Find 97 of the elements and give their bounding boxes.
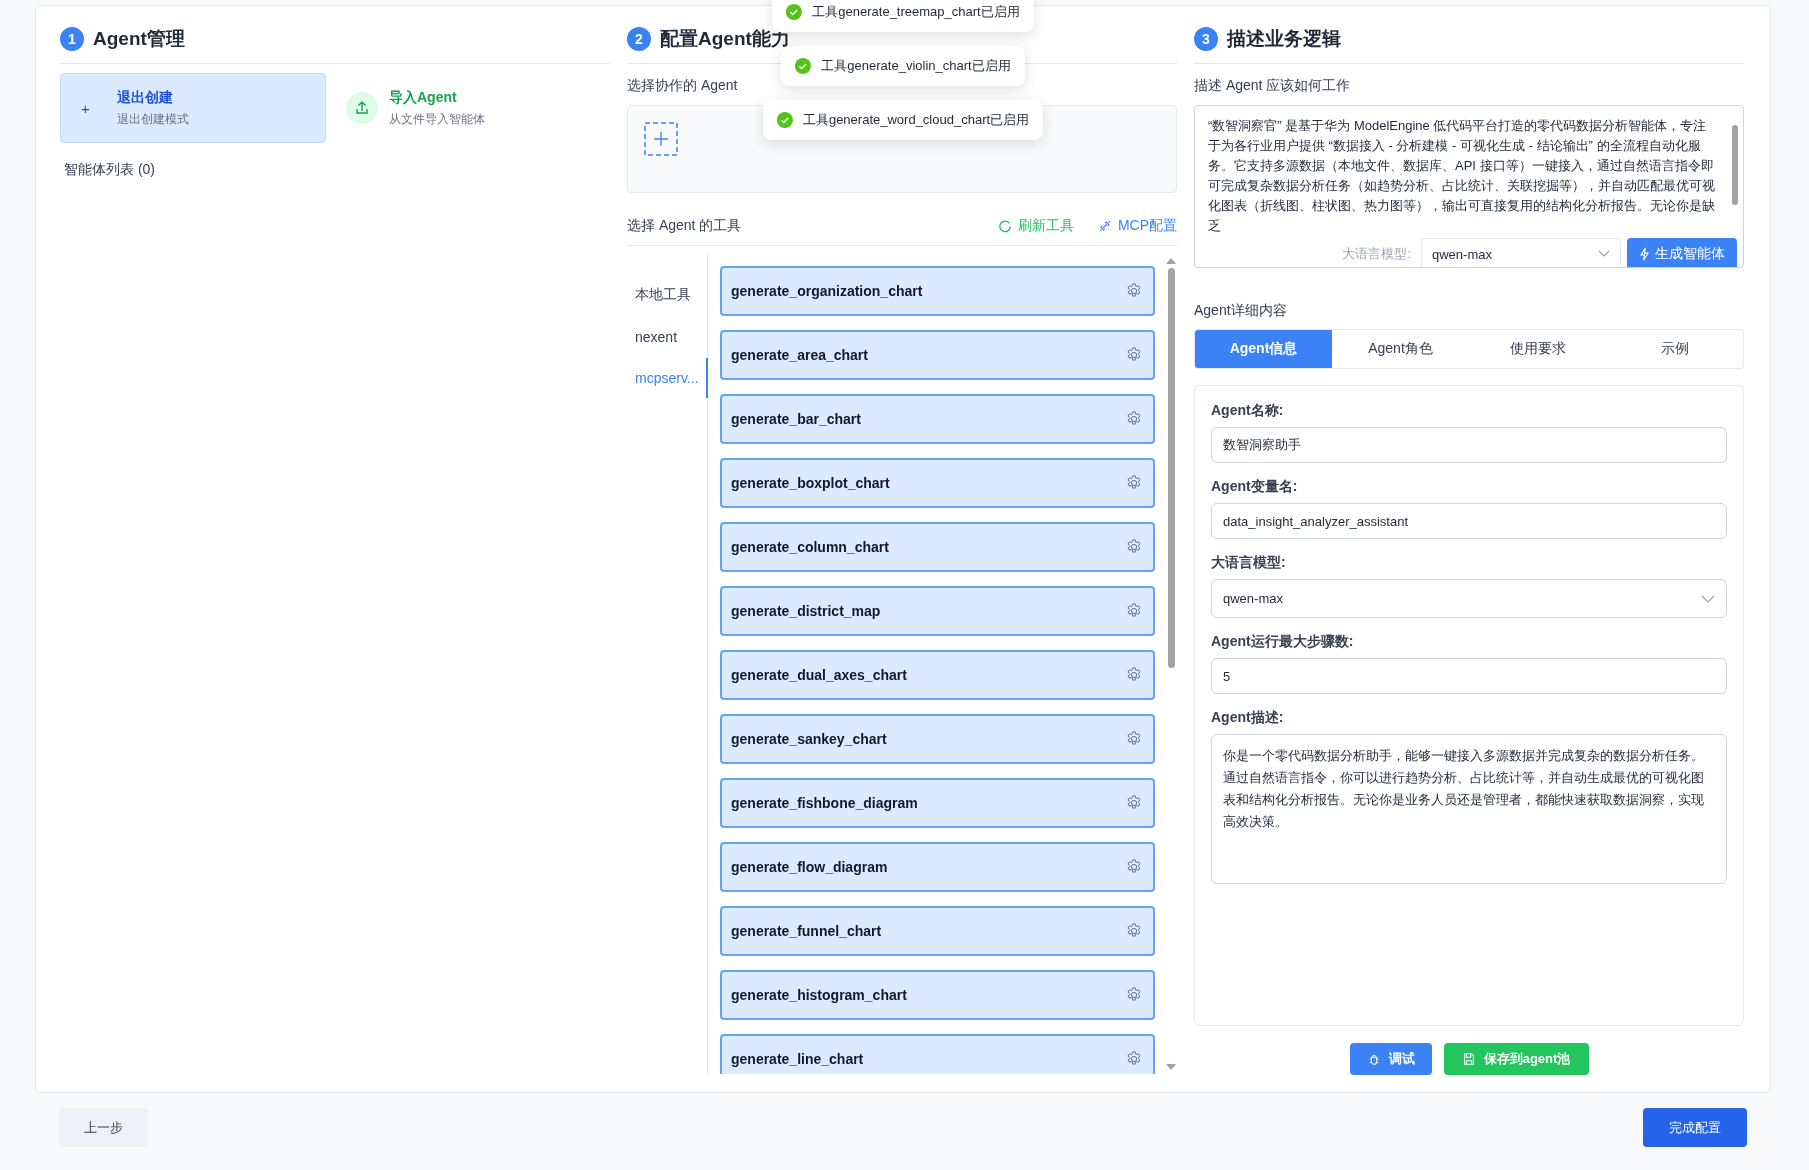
tool-card[interactable]: generate_flow_diagram bbox=[720, 842, 1155, 892]
settings-icon[interactable] bbox=[1125, 538, 1143, 556]
agent-list-label: 智能体列表 (0) bbox=[64, 161, 155, 179]
tool-card[interactable]: generate_bar_chart bbox=[720, 394, 1155, 444]
tool-name: generate_organization_chart bbox=[731, 283, 923, 299]
toast-text: 工具generate_word_cloud_chart已启用 bbox=[802, 111, 1030, 129]
settings-icon[interactable] bbox=[1125, 858, 1143, 876]
tool-category-tab[interactable]: mcpserv... bbox=[627, 358, 708, 398]
check-icon bbox=[776, 112, 793, 128]
description-text: “数智洞察官” 是基于华为 ModelEngine 低代码平台打造的零代码数据分析智能体，专注于为各行业用户提供 “数据接入 - 分析建模 - 可视化生成 - 结论输出” 的全流程自动化服务。它支持多源数据（本地文件、数据库、API 接口等）一键接入，通过自然语言指令即可完成复杂数据分析任务（如趋势分析、占比统计、关联挖掘等），并自动匹配最优可视化图表（折线图、柱状图、热力图等），输出可直接复用的结构化分析报告。无论你是缺乏 bbox=[1208, 117, 1716, 235]
card-subtitle: 退出创建模式 bbox=[116, 110, 189, 128]
card-title: 退出创建 bbox=[116, 88, 173, 107]
settings-icon[interactable] bbox=[1125, 666, 1143, 684]
tab[interactable]: Agent信息 bbox=[1195, 330, 1332, 368]
settings-icon[interactable] bbox=[1125, 474, 1143, 492]
tool-card[interactable]: generate_district_map bbox=[720, 586, 1155, 636]
model-select[interactable]: qwen-max bbox=[1421, 238, 1621, 267]
check-icon bbox=[786, 4, 803, 20]
textarea-field[interactable]: 你是一个零代码数据分析助手，能够一键接入多源数据并完成复杂的数据分析任务。通过自然语言指令，你可以进行趋势分析、占比统计等，并自动生成最优的可视化图表和结构化分析报告。无论你是业务人员还是管理者，都能快速获取数据洞察，实现高效决策。 bbox=[1211, 734, 1727, 884]
collab-agent-label: 选择协作的 Agent bbox=[627, 77, 738, 95]
check-icon bbox=[795, 58, 812, 74]
tool-card[interactable]: generate_line_chart bbox=[720, 1034, 1155, 1074]
add-agent-icon[interactable] bbox=[644, 122, 678, 156]
tool-card[interactable]: generate_fishbone_diagram bbox=[720, 778, 1155, 828]
tool-category-tab[interactable]: nexent bbox=[627, 317, 707, 357]
section-title: 配置Agent能力 bbox=[660, 27, 790, 51]
tool-name: generate_district_map bbox=[731, 603, 881, 619]
tool-name: generate_fishbone_diagram bbox=[731, 795, 918, 811]
tool-name: generate_sankey_chart bbox=[731, 731, 887, 747]
input-field[interactable]: data_insight_analyzer_assistant bbox=[1211, 503, 1727, 539]
settings-icon[interactable] bbox=[1125, 282, 1143, 300]
toast-text: 工具generate_treemap_chart已启用 bbox=[812, 3, 1020, 21]
tool-name: generate_area_chart bbox=[731, 347, 868, 363]
finish-button[interactable]: 完成配置 bbox=[1643, 1108, 1747, 1147]
tool-card[interactable]: generate_boxplot_chart bbox=[720, 458, 1155, 508]
tab[interactable]: 使用要求 bbox=[1469, 330, 1606, 368]
mcp-config-link[interactable]: MCP配置 bbox=[1097, 217, 1177, 235]
section-title: Agent管理 bbox=[93, 27, 185, 51]
step-badge: 3 bbox=[1194, 27, 1218, 51]
field-label: Agent名称: bbox=[1211, 402, 1284, 420]
scroll-down-icon[interactable] bbox=[1166, 1064, 1176, 1070]
tool-name: generate_funnel_chart bbox=[731, 923, 882, 939]
tool-card[interactable]: generate_area_chart bbox=[720, 330, 1155, 380]
tool-card[interactable]: generate_funnel_chart bbox=[720, 906, 1155, 956]
tool-name: generate_histogram_chart bbox=[731, 987, 907, 1003]
tool-card[interactable]: generate_histogram_chart bbox=[720, 970, 1155, 1020]
tab[interactable]: 示例 bbox=[1606, 330, 1743, 368]
tool-card[interactable]: generate_column_chart bbox=[720, 522, 1155, 572]
debug-button[interactable]: 调试 bbox=[1349, 1043, 1432, 1075]
settings-icon[interactable] bbox=[1125, 1050, 1143, 1068]
tool-name: generate_boxplot_chart bbox=[731, 475, 890, 491]
description-field[interactable] bbox=[1194, 105, 1744, 268]
section-title: 描述业务逻辑 bbox=[1227, 27, 1341, 51]
settings-icon[interactable] bbox=[1125, 922, 1143, 940]
exit-create-card[interactable]: + 退出创建 退出创建模式 bbox=[60, 73, 326, 143]
link-icon bbox=[1097, 219, 1112, 233]
field-label: Agent描述: bbox=[1211, 709, 1284, 727]
input-field[interactable]: 5 bbox=[1211, 658, 1727, 694]
tool-name: generate_column_chart bbox=[731, 539, 889, 555]
lightning-icon bbox=[1639, 247, 1650, 261]
tool-category-tab[interactable]: 本地工具 bbox=[627, 274, 707, 316]
chevron-down-icon bbox=[1701, 594, 1715, 603]
field-label: Agent运行最大步骤数: bbox=[1211, 633, 1354, 651]
field-label: Agent变量名: bbox=[1211, 478, 1298, 496]
select-field[interactable]: qwen-max bbox=[1211, 579, 1727, 618]
scroll-up-icon[interactable] bbox=[1166, 258, 1176, 264]
tool-card[interactable]: generate_dual_axes_chart bbox=[720, 650, 1155, 700]
tools-label: 选择 Agent 的工具 bbox=[627, 217, 742, 235]
generate-agent-button[interactable]: 生成智能体 bbox=[1627, 238, 1737, 267]
back-button[interactable]: 上一步 bbox=[59, 1108, 148, 1147]
import-subtitle: 从文件导入智能体 bbox=[389, 110, 485, 128]
input-field[interactable]: 数智洞察助手 bbox=[1211, 427, 1727, 463]
toast-text: 工具generate_violin_chart已启用 bbox=[821, 57, 1011, 75]
tool-card[interactable]: generate_organization_chart bbox=[720, 266, 1155, 316]
field-label: 大语言模型: bbox=[1211, 554, 1286, 572]
settings-icon[interactable] bbox=[1125, 794, 1143, 812]
refresh-icon bbox=[997, 219, 1012, 233]
tool-name: generate_bar_chart bbox=[731, 411, 861, 427]
step-badge: 1 bbox=[60, 27, 84, 51]
save-icon bbox=[1461, 1052, 1476, 1066]
settings-icon[interactable] bbox=[1125, 730, 1143, 748]
tab[interactable]: Agent角色 bbox=[1332, 330, 1469, 368]
model-label: 大语言模型: bbox=[1342, 245, 1411, 263]
settings-icon[interactable] bbox=[1125, 346, 1143, 364]
step-badge: 2 bbox=[627, 27, 651, 51]
details-label: Agent详细内容 bbox=[1194, 302, 1287, 320]
prompt-label: 描述 Agent 应该如何工作 bbox=[1194, 77, 1351, 95]
plus-icon: + bbox=[81, 99, 90, 117]
chevron-down-icon bbox=[1598, 250, 1610, 258]
tool-name: generate_flow_diagram bbox=[731, 859, 888, 875]
tool-name: generate_dual_axes_chart bbox=[731, 667, 907, 683]
settings-icon[interactable] bbox=[1125, 986, 1143, 1004]
settings-icon[interactable] bbox=[1125, 602, 1143, 620]
settings-icon[interactable] bbox=[1125, 410, 1143, 428]
tool-name: generate_line_chart bbox=[731, 1051, 864, 1067]
upload-icon[interactable] bbox=[346, 92, 378, 124]
tool-card[interactable]: generate_sankey_chart bbox=[720, 714, 1155, 764]
